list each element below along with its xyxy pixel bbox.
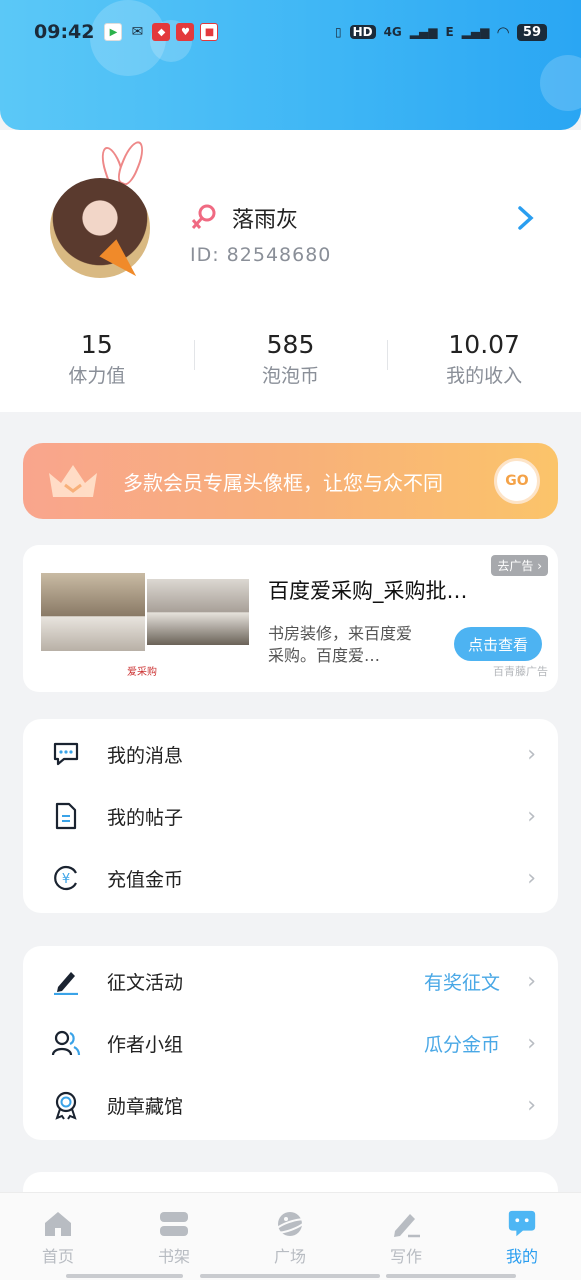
hd-icon: HD xyxy=(349,25,376,39)
bottom-tab-bar: 首页 书架 广场 写作 我的 xyxy=(0,1192,581,1280)
chevron-right-icon: › xyxy=(527,865,536,891)
status-indicators: ▯ HD 4G ▂▄▆ E ▂▄▆ ◠ 59 xyxy=(335,23,547,41)
tab-write[interactable]: 写作 xyxy=(348,1193,464,1280)
wifi-icon: ◠ xyxy=(497,23,509,41)
menu-item-recharge[interactable]: ¥ 充值金币 › xyxy=(23,847,558,909)
ad-card[interactable]: 爱采购 去广告 › 百度爱采购_采购批… 书房装修，来百度爱采购。百度爱… 点击… xyxy=(23,545,558,692)
wechat-icon: ✉ xyxy=(131,24,144,40)
vibrate-icon: ▯ xyxy=(334,25,342,39)
stat-label: 泡泡币 xyxy=(262,365,320,387)
tab-label: 广场 xyxy=(273,1247,306,1266)
menu-label: 勋章藏馆 xyxy=(107,1095,184,1118)
stats-row: 15 体力值 585 泡泡币 10.07 我的收入 xyxy=(0,330,581,388)
tab-label: 我的 xyxy=(505,1247,538,1266)
video-app-icon: ▶ xyxy=(104,23,123,41)
signal-bars-icon: ▂▄▆ xyxy=(409,25,438,39)
stat-bubble-coins[interactable]: 585 泡泡币 xyxy=(193,330,388,388)
notification-icons: ▶ ✉ ◆ ♥ ■ xyxy=(104,23,219,41)
menu-extra-text: 瓜分金币 xyxy=(423,1033,500,1056)
svg-text:¥: ¥ xyxy=(62,872,70,887)
signal-e: E xyxy=(445,25,454,39)
chat-bubble-icon xyxy=(506,1209,538,1239)
status-bar: 09:42 ▶ ✉ ◆ ♥ ■ ▯ HD 4G ▂▄▆ E ▂▄▆ ◠ 59 xyxy=(0,14,581,50)
menu-group-account: 我的消息 › 我的帖子 › ¥ 充值金币 › xyxy=(23,719,558,913)
ad-view-button[interactable]: 点击查看 xyxy=(454,627,542,661)
pen-icon xyxy=(51,966,81,996)
app-icon-red-3: ■ xyxy=(200,23,219,41)
signal-4g: 4G xyxy=(383,25,402,39)
tab-bookshelf[interactable]: 书架 xyxy=(116,1193,232,1280)
vip-banner[interactable]: 多款会员专属头像框，让您与众不同 GO xyxy=(23,443,558,519)
menu-item-posts[interactable]: 我的帖子 › xyxy=(23,785,558,847)
status-time: 09:42 xyxy=(34,21,95,43)
app-icon-red-2: ♥ xyxy=(176,23,195,41)
medal-icon xyxy=(51,1090,81,1120)
menu-group-creator: 征文活动 有奖征文 › 作者小组 瓜分金币 › 勋章藏馆 › xyxy=(23,946,558,1140)
document-icon xyxy=(51,801,81,831)
stat-income[interactable]: 10.07 我的收入 xyxy=(387,330,581,388)
menu-label: 我的帖子 xyxy=(107,806,184,829)
menu-item-essay-contest[interactable]: 征文活动 有奖征文 › xyxy=(23,950,558,1012)
stat-stamina[interactable]: 15 体力值 xyxy=(0,330,194,388)
yuan-coin-icon: ¥ xyxy=(51,863,81,893)
ad-image-sitting-room xyxy=(147,579,249,645)
username[interactable]: 落雨灰 xyxy=(232,202,298,234)
group-icon xyxy=(51,1028,81,1058)
profile-chevron-right-icon[interactable] xyxy=(516,204,536,239)
write-icon xyxy=(390,1209,422,1239)
user-id: ID: 82548680 xyxy=(190,244,332,266)
tab-mine[interactable]: 我的 xyxy=(464,1193,580,1280)
menu-label: 作者小组 xyxy=(107,1033,184,1056)
stat-label: 我的收入 xyxy=(446,365,523,387)
menu-label: 充值金币 xyxy=(107,868,184,891)
signal-bars-icon-2: ▂▄▆ xyxy=(461,25,490,39)
tab-home[interactable]: 首页 xyxy=(0,1193,116,1280)
vip-banner-text: 多款会员专属头像框，让您与众不同 xyxy=(123,470,443,495)
bookshelf-icon xyxy=(158,1209,190,1239)
tab-label: 首页 xyxy=(41,1247,74,1266)
stat-label: 体力值 xyxy=(68,365,126,387)
go-button[interactable]: GO xyxy=(494,458,540,504)
message-icon xyxy=(51,739,81,769)
app-icon-red-1: ◆ xyxy=(152,23,171,41)
home-indicator-segment xyxy=(386,1274,516,1278)
menu-label: 征文活动 xyxy=(107,971,184,994)
ad-logo: 爱采购 xyxy=(127,667,157,678)
home-indicator-segment xyxy=(66,1274,183,1278)
battery-indicator: 59 xyxy=(516,23,547,41)
stat-value: 15 xyxy=(80,330,113,359)
chevron-right-icon: › xyxy=(527,968,536,994)
ad-title: 百度爱采购_采购批… xyxy=(268,579,468,603)
profile-card: 落雨灰 ID: 82548680 15 体力值 585 泡泡币 10.07 我的… xyxy=(0,130,581,412)
remove-ad-button[interactable]: 去广告 › xyxy=(491,555,548,576)
menu-item-medal-hall[interactable]: 勋章藏馆 › xyxy=(23,1074,558,1136)
menu-item-author-group[interactable]: 作者小组 瓜分金币 › xyxy=(23,1012,558,1074)
female-gender-icon xyxy=(190,202,216,232)
ad-image-living-room xyxy=(41,573,145,651)
home-indicator-segment xyxy=(200,1274,380,1278)
home-icon xyxy=(42,1209,74,1239)
chevron-right-icon: › xyxy=(527,1092,536,1118)
stat-value: 10.07 xyxy=(448,330,520,359)
chevron-right-icon: › xyxy=(527,1030,536,1056)
tab-label: 写作 xyxy=(389,1247,422,1266)
tab-label: 书架 xyxy=(157,1247,190,1266)
ad-source: 百青藤广告 xyxy=(493,665,548,678)
chevron-right-icon: › xyxy=(527,741,536,767)
chevron-right-icon: › xyxy=(527,803,536,829)
tab-plaza[interactable]: 广场 xyxy=(232,1193,348,1280)
menu-label: 我的消息 xyxy=(107,744,184,767)
menu-extra-text: 有奖征文 xyxy=(423,971,500,994)
ad-description: 书房装修，来百度爱采购。百度爱… xyxy=(268,624,413,665)
menu-item-messages[interactable]: 我的消息 › xyxy=(23,723,558,785)
planet-icon xyxy=(274,1209,306,1239)
crown-icon xyxy=(45,461,101,501)
stat-value: 585 xyxy=(266,330,315,359)
